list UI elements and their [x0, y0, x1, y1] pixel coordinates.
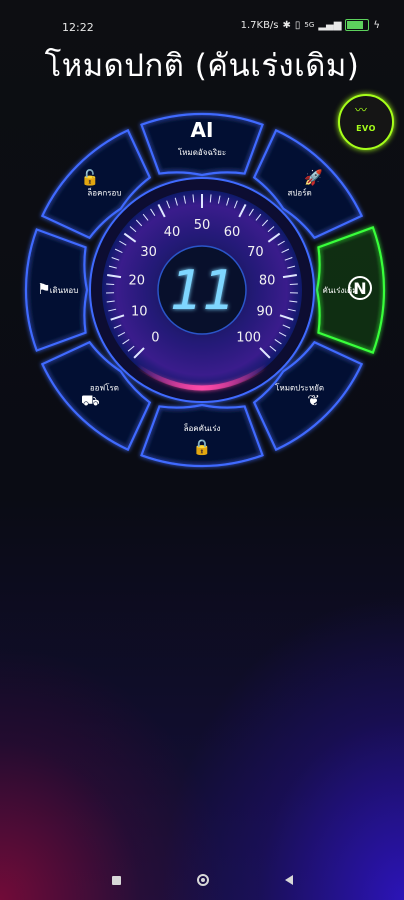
gauge-tick-label: 90 [256, 304, 273, 319]
gauge-tick-label: 60 [224, 225, 241, 240]
mode-label-normal: คันเร่งเดิม [323, 286, 358, 295]
status-bar: 12:22 1.7KB/s ✱ ▯ 5G ▂▄▆ ϟ [0, 0, 404, 34]
leaf-icon: ❦ [307, 392, 320, 410]
home-button[interactable] [196, 874, 209, 886]
gauge-minor-tick [289, 283, 298, 285]
mode-button-walk[interactable]: ⚑เดินหอบ [24, 228, 89, 352]
gauge-tick-label: 30 [140, 245, 157, 260]
gauge-tick-label: 0 [151, 331, 159, 346]
mode-button-normal[interactable]: Nคันเร่งเดิม [315, 226, 386, 354]
rocket-icon: 🚀 [304, 168, 323, 186]
mode-label-lockdoor: ล็อคกรอบ [87, 187, 121, 197]
hand-lock-icon: 🔒 [193, 438, 212, 456]
mode-label-lock: ล็อคคันเร่ง [183, 423, 220, 433]
recent-apps-button[interactable] [111, 875, 121, 885]
mode-button-ai[interactable]: AI โหมดอัจฉริยะ [140, 112, 264, 177]
walking-icon: ⚑ [37, 280, 50, 298]
charging-icon: ϟ [373, 19, 380, 31]
signal-label: 5G [304, 21, 315, 29]
car-lock-icon: 🔓 [81, 168, 100, 186]
gauge-tick-label: 80 [259, 274, 276, 289]
signal-icon: ▂▄▆ [318, 19, 342, 31]
mode-label-tow: ออฟโรด [90, 383, 119, 393]
gauge-tick-label: 40 [164, 225, 181, 240]
back-button[interactable] [284, 875, 293, 885]
network-speed: 1.7KB/s [240, 19, 279, 31]
battery-icon [345, 19, 370, 31]
page-title: โหมดปกติ (คันเร่งเดิม) [44, 48, 360, 84]
gauge-tick-label: 20 [129, 274, 146, 289]
system-nav-bar [0, 862, 404, 898]
gauge-minor-tick [106, 283, 115, 285]
mode-button-lock[interactable]: 🔒 ล็อคคันเร่ง [140, 403, 264, 468]
mode-label-ai: โหมดอัจฉริยะ [178, 147, 226, 157]
vibrate-icon: ▯ [294, 19, 301, 31]
bluetooth-icon: ✱ [282, 19, 291, 31]
gauge-tick-label: 100 [236, 331, 261, 346]
mode-label-eco: โหมดประหยัด [275, 383, 324, 393]
tow-truck-icon: ⛟ [81, 392, 100, 410]
speed-readout: 11 [169, 259, 234, 322]
mode-label-walk: เดินหอบ [50, 286, 79, 295]
gauge-tick-label: 10 [131, 304, 148, 319]
gauge-tick-label: 70 [247, 245, 264, 260]
ai-icon: AI [191, 118, 214, 142]
status-time: 12:22 [62, 21, 94, 34]
mode-dial: AI โหมดอัจฉริยะ 🚀สปอร์ต Nคันเร่งเดิม ❦โหมดปร… [24, 112, 386, 468]
status-icons: 1.7KB/s ✱ ▯ 5G ▂▄▆ ϟ [241, 19, 380, 31]
mode-label-sport: สปอร์ต [287, 187, 311, 197]
gauge-tick-label: 50 [194, 218, 211, 233]
